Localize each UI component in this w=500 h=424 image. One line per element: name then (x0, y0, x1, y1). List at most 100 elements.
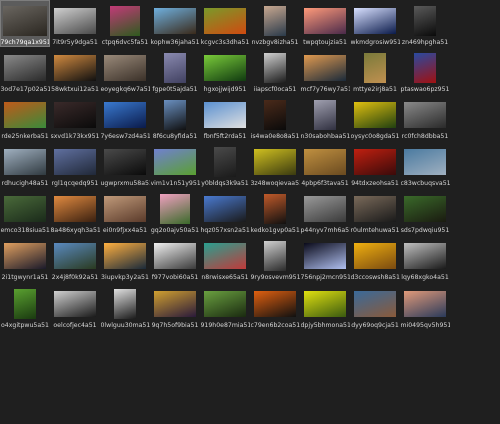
file-tile[interactable]: emco318siua51 (0, 188, 50, 235)
file-tile[interactable]: oelcofjec4a51 (50, 283, 100, 330)
file-name-label: rde25nkerba51 (1, 133, 49, 141)
file-tile[interactable]: mttye2irj8a51 (350, 47, 400, 94)
thumbnail-frame (202, 145, 248, 179)
file-tile[interactable]: iiapscf0oca51 (250, 47, 300, 94)
file-name-label: n30sabohbaa51 (300, 133, 350, 141)
thumbnail-image (104, 102, 146, 129)
file-tile[interactable]: kedko1gvp0a51 (250, 188, 300, 235)
file-tile[interactable]: dyy69oq9cja51 (350, 283, 400, 330)
thumbnail-image (214, 147, 236, 178)
file-tile[interactable]: oysyc0o8gda51 (350, 94, 400, 141)
file-tile[interactable]: mcf7y76wy7a51 (300, 47, 350, 94)
file-tile (450, 283, 500, 330)
file-tile[interactable]: ugwprxmu58a51 (100, 141, 150, 188)
thumbnail-image (4, 55, 46, 82)
file-tile[interactable]: kcgvc3s3dha51 (200, 0, 250, 47)
file-tile[interactable]: kophw36jaha51 (150, 0, 200, 47)
file-tile[interactable]: mi0495qv5h951 (400, 283, 450, 330)
file-tile[interactable]: twpqtoujzia51 (300, 0, 350, 47)
thumbnail-image (154, 290, 196, 317)
file-name-label: emco318siua51 (0, 227, 50, 235)
thumbnail-image (204, 8, 246, 34)
file-tile[interactable]: hgxojjwijd951 (200, 47, 250, 94)
file-tile[interactable]: 0lwlguu30ma51 (100, 283, 150, 330)
file-tile[interactable]: ctpq6dvc5fa51 (100, 0, 150, 47)
file-tile[interactable]: 756npj2mcn951 (300, 235, 350, 282)
thumbnail-image (54, 102, 96, 129)
file-tile[interactable]: n30sabohbaa51 (300, 94, 350, 141)
file-tile[interactable]: 9q7h5of9bia51 (150, 283, 200, 330)
file-name-label: ei0n9fjxx4a51 (102, 227, 148, 235)
file-tile[interactable]: rc0fch8dbba51 (400, 94, 450, 141)
file-name-label: nvzbgv8izha51 (251, 39, 299, 46)
file-name-label: lqy68xgko4a51 (401, 274, 449, 282)
file-tile[interactable]: rgl1qcqedq951 (50, 141, 100, 188)
file-tile[interactable]: gq2o0ajv50a51 (150, 188, 200, 235)
file-tile[interactable]: p44nyv7mh6a51 (300, 188, 350, 235)
file-tile[interactable]: n8rwisxe65a51 (200, 235, 250, 282)
thumbnail-image (164, 53, 186, 84)
file-tile[interactable]: 9ry9osvevm951 (250, 235, 300, 282)
file-tile[interactable]: rdhucigh48a51 (0, 141, 50, 188)
file-tile[interactable]: fbnf5ft2rda51 (200, 94, 250, 141)
file-tile[interactable]: ptaswao6pz951 (400, 47, 450, 94)
thumbnail-frame (252, 4, 298, 38)
file-tile[interactable]: c79en6b2coa51 (250, 283, 300, 330)
file-tile[interactable]: ei0n9fjxx4a51 (100, 188, 150, 235)
thumbnail-frame (202, 287, 248, 321)
file-tile[interactable]: 3od7e17p02a51 (0, 47, 50, 94)
thumbnail-image (404, 102, 446, 129)
thumbnail-frame (402, 192, 448, 226)
file-name-label: 3od7e17p02a51 (0, 86, 50, 94)
file-tile[interactable]: nvzbgv8izha51 (250, 0, 300, 47)
file-tile (450, 330, 500, 377)
file-tile[interactable]: zn469hpgha51 (400, 0, 450, 47)
thumbnail-frame (402, 98, 448, 132)
file-tile (50, 330, 100, 377)
file-tile[interactable]: vim1v1n51y951 (150, 141, 200, 188)
file-tile[interactable]: f977vobi60a51 (150, 235, 200, 282)
thumbnail-image (264, 6, 286, 36)
file-tile[interactable]: eoyegkq6w7a51 (100, 47, 150, 94)
file-tile[interactable]: is4wa0e8o8a51 (250, 94, 300, 141)
file-tile[interactable]: fgpe0t5ajda51 (150, 47, 200, 94)
file-tile[interactable]: 4pbp6f3tava51 (300, 141, 350, 188)
file-tile[interactable]: sxvd1k73kx951 (50, 94, 100, 141)
file-tile[interactable]: hqz057xsn2a51 (200, 188, 250, 235)
thumbnail-frame (202, 192, 248, 226)
file-name-label: rgl1qcqedq951 (51, 180, 99, 188)
file-tile[interactable]: y0bldqs3k9a51 (200, 141, 250, 188)
file-name-label: dpjy5bhmona51 (300, 321, 350, 329)
file-tile[interactable]: r0ulmtehuwa51 (350, 188, 400, 235)
thumbnail-image (54, 149, 96, 176)
thumbnail-frame (352, 287, 398, 321)
file-tile (400, 330, 450, 377)
file-tile[interactable]: wkmdgrosiw951 (350, 0, 400, 47)
file-tile[interactable]: 2x4j8f0k92a51 (50, 235, 100, 282)
file-tile[interactable]: 7y6esw7zd4a51 (100, 94, 150, 141)
file-tile[interactable]: 8a486xyqh3a51 (50, 188, 100, 235)
file-tile[interactable]: 3z48woqievaa51 (250, 141, 300, 188)
file-tile[interactable]: lqy68xgko4a51 (400, 235, 450, 282)
file-tile[interactable]: 58wktxui12a51 (50, 47, 100, 94)
thumbnail-image (404, 290, 446, 317)
file-tile[interactable]: 2i1tgwynr1a51 (0, 235, 50, 282)
file-tile[interactable]: d3ccoswsh8a51 (350, 235, 400, 282)
file-name-label: 9ry9osvevm951 (250, 274, 300, 282)
file-tile[interactable]: sds7pdwqiu951 (400, 188, 450, 235)
file-tile[interactable]: o4xgitpwu5a51 (0, 283, 50, 330)
file-tile[interactable]: 94tdxzeohsa51 (350, 141, 400, 188)
file-tile (0, 330, 50, 377)
file-tile[interactable]: 919h0e87mia51 (200, 283, 250, 330)
file-tile[interactable]: dpjy5bhmona51 (300, 283, 350, 330)
file-tile (150, 330, 200, 377)
file-tile[interactable]: 8f6cu8yfida51 (150, 94, 200, 141)
thumbnail-frame (352, 98, 398, 132)
file-tile[interactable]: 79ch79qa1x951 (0, 0, 50, 48)
file-tile[interactable]: rde25nkerba51 (0, 94, 50, 141)
file-tile[interactable]: c83wcbuqsva51 (400, 141, 450, 188)
thumbnail-image (204, 102, 246, 129)
file-tile[interactable]: 3iupvkp3y2a51 (100, 235, 150, 282)
file-tile[interactable]: 7it9r5y9dga51 (50, 0, 100, 47)
thumbnail-image (154, 149, 196, 176)
